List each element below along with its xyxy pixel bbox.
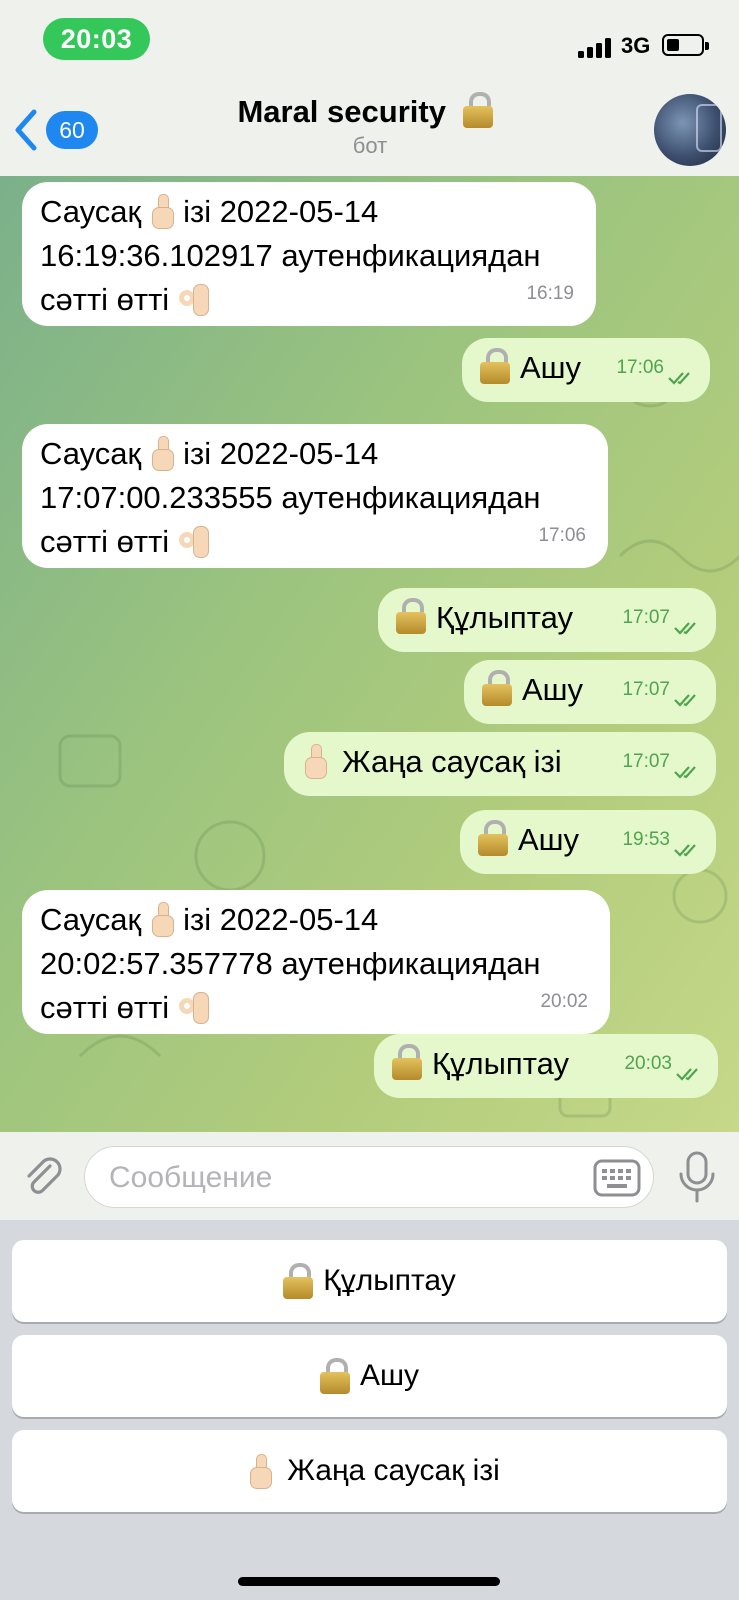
read-checkmarks-icon — [668, 372, 690, 385]
pointing-up-icon — [302, 744, 328, 779]
read-checkmarks-icon — [674, 622, 696, 635]
lock-icon — [283, 1263, 314, 1299]
pointing-up-icon — [247, 1454, 273, 1489]
message-time: 20:03 — [624, 1053, 672, 1074]
lock-icon — [462, 92, 493, 128]
incoming-message[interactable]: Саусақ ізі 2022-05-14 16:19:36.102917 аут… — [22, 182, 596, 326]
lock-icon — [480, 348, 510, 384]
read-checkmarks-icon — [674, 694, 696, 707]
new-fingerprint-reply-button[interactable]: Жаңа саусақ ізі — [12, 1430, 727, 1512]
pointing-up-icon — [149, 902, 175, 937]
message-time: 17:07 — [622, 751, 670, 772]
read-checkmarks-icon — [674, 844, 696, 857]
outgoing-message[interactable]: Ашу 19:53 — [460, 810, 716, 874]
message-time: 17:06 — [538, 525, 586, 546]
status-bar: 20:03 3G — [0, 0, 739, 80]
message-time: 16:19 — [526, 283, 574, 304]
microphone-icon[interactable] — [676, 1150, 718, 1204]
incoming-message[interactable]: Саусақ ізі 2022-05-14 17:07:00.233555 аут… — [22, 424, 608, 568]
battery-icon — [662, 34, 709, 56]
network-type: 3G — [621, 33, 651, 58]
message-field[interactable] — [84, 1146, 654, 1208]
outgoing-message[interactable]: Ашу 17:06 — [462, 338, 710, 402]
ok-hand-icon — [177, 990, 210, 1024]
composer-bar — [0, 1132, 739, 1220]
paperclip-icon[interactable] — [20, 1154, 66, 1200]
chat-title-area[interactable]: Maral security бот — [170, 92, 570, 160]
ok-hand-icon — [177, 524, 210, 558]
ok-hand-icon — [177, 282, 210, 316]
chat-title: Maral security — [170, 92, 570, 132]
incoming-message[interactable]: Саусақ ізі 2022-05-14 20:02:57.357778 аут… — [22, 890, 610, 1034]
bot-reply-keyboard: Құлыптау Ашу Жаңа саусақ ізі — [0, 1220, 739, 1600]
chevron-left-icon — [15, 109, 37, 151]
pointing-up-icon — [149, 436, 175, 471]
read-checkmarks-icon — [676, 1068, 698, 1081]
chat-subtitle: бот — [352, 133, 388, 158]
lock-icon — [392, 1044, 422, 1080]
message-list[interactable]: Саусақ ізі 2022-05-14 16:19:36.102917 аут… — [0, 176, 739, 1132]
status-time[interactable]: 20:03 — [43, 18, 150, 60]
unlock-reply-button[interactable]: Ашу — [12, 1335, 727, 1417]
lock-icon — [319, 1358, 350, 1394]
cell-signal-icon — [578, 36, 614, 58]
home-indicator[interactable] — [238, 1577, 500, 1586]
lock-reply-button[interactable]: Құлыптау — [12, 1240, 727, 1322]
pointing-up-icon — [149, 194, 175, 229]
message-time: 17:07 — [622, 679, 670, 700]
message-input[interactable] — [107, 1155, 571, 1201]
message-time: 17:07 — [622, 607, 670, 628]
outgoing-message[interactable]: Жаңа саусақ ізі 17:07 — [284, 732, 716, 796]
message-time: 17:06 — [616, 357, 664, 378]
back-button[interactable]: 60 — [12, 106, 122, 154]
message-time: 20:02 — [540, 991, 588, 1012]
unread-count-badge: 60 — [46, 111, 98, 149]
outgoing-message[interactable]: Құлыптау 17:07 — [378, 588, 716, 652]
outgoing-message[interactable]: Ашу 17:07 — [464, 660, 716, 724]
read-checkmarks-icon — [674, 766, 696, 779]
message-time: 19:53 — [622, 829, 670, 850]
keyboard-icon[interactable] — [593, 1159, 641, 1197]
outgoing-message[interactable]: Құлыптау 20:03 — [374, 1034, 718, 1098]
lock-icon — [482, 670, 512, 706]
lock-icon — [478, 820, 508, 856]
lock-icon — [396, 598, 426, 634]
avatar[interactable] — [654, 94, 726, 166]
chat-header: 60 Maral security бот — [0, 80, 739, 176]
